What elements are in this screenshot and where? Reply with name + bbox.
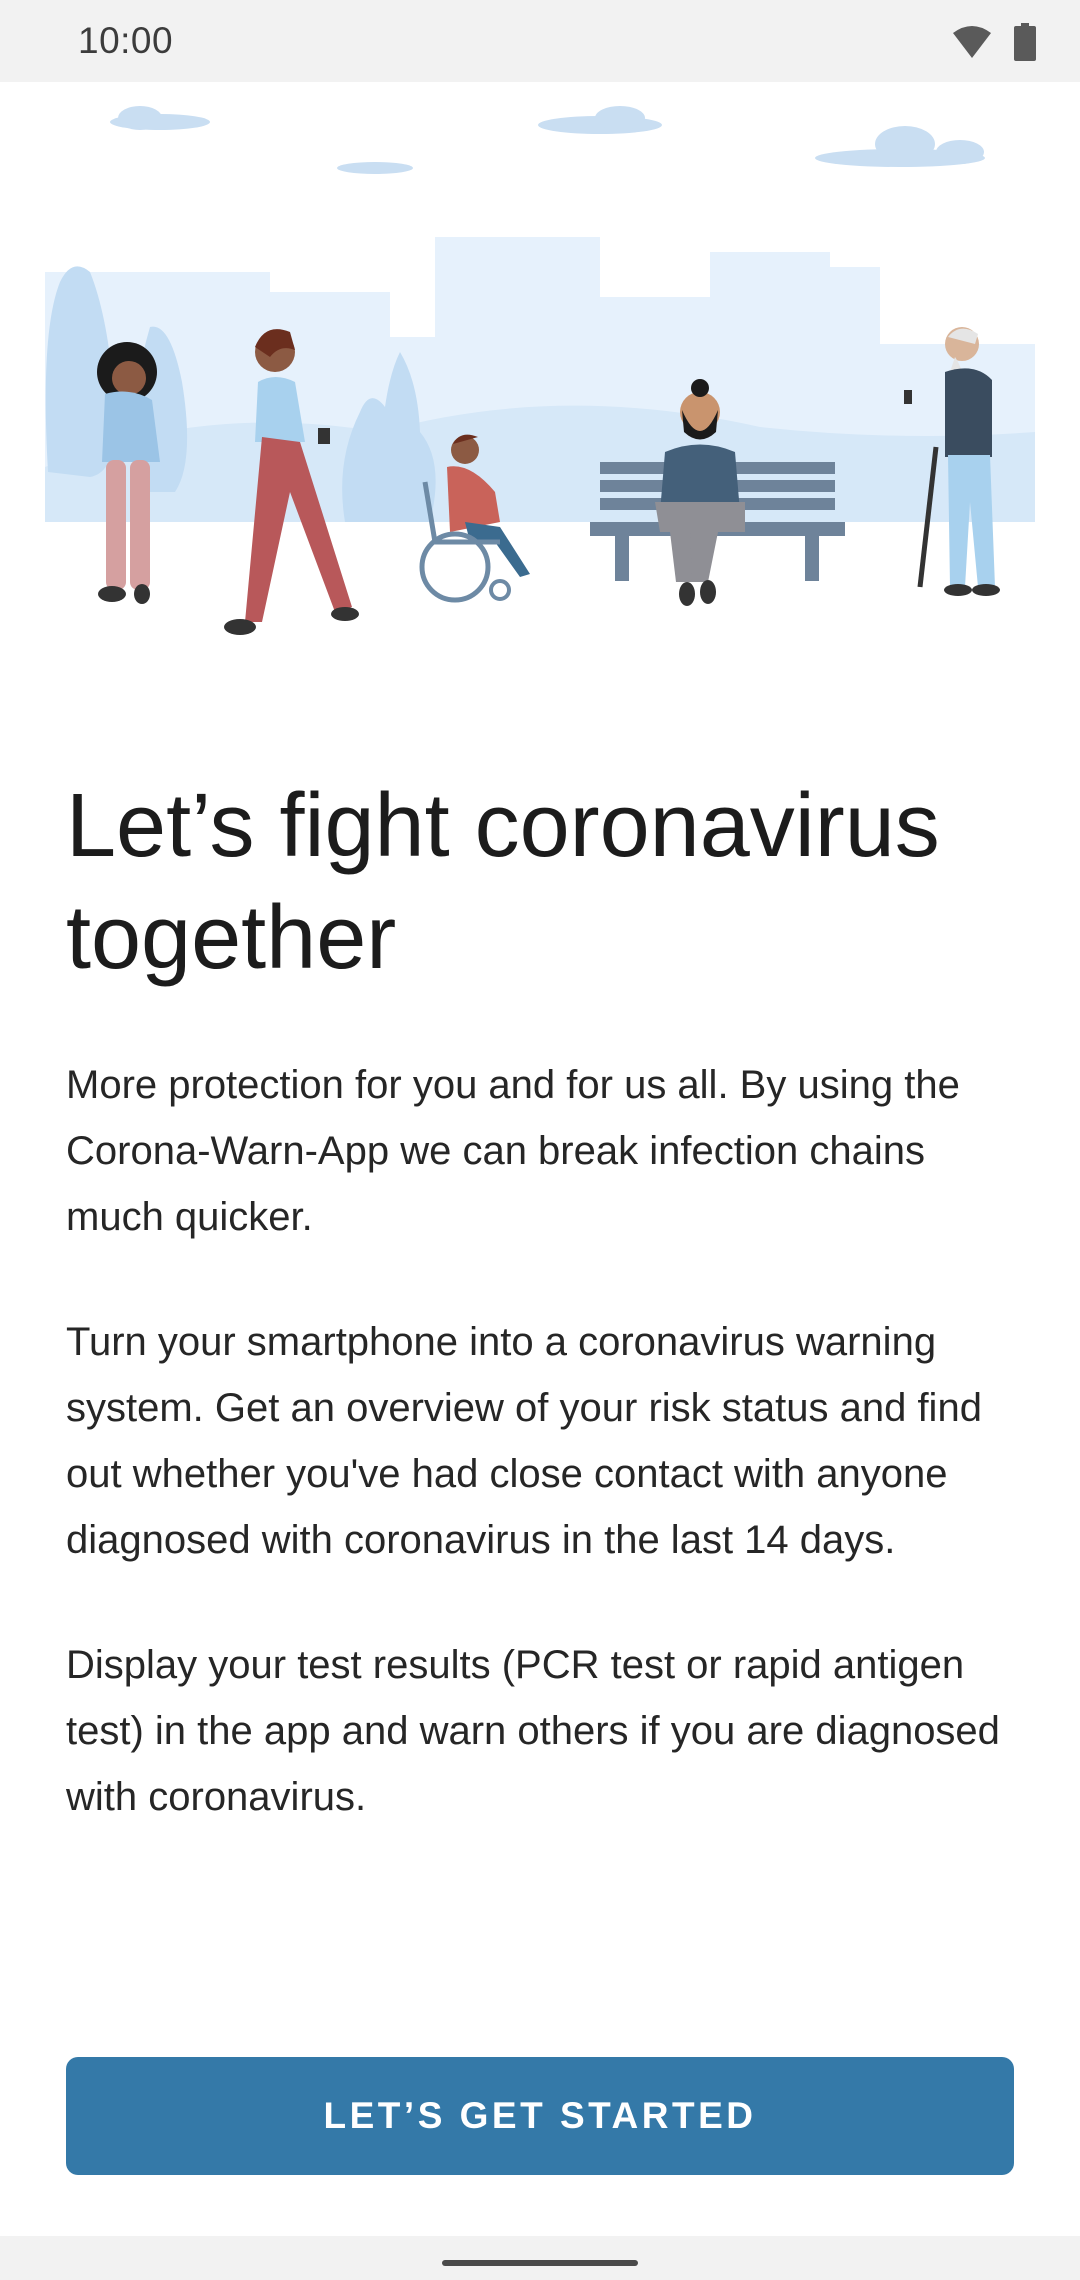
status-icons <box>952 22 1036 62</box>
navigation-bar <box>0 2236 1080 2280</box>
status-bar: 10:00 <box>0 0 1080 82</box>
get-started-button[interactable]: LET’S GET STARTED <box>66 2057 1014 2175</box>
status-time: 10:00 <box>78 20 174 61</box>
warning-system-paragraph: Turn your smartphone into a coronavirus … <box>66 1320 982 1562</box>
intro-paragraph: More protection for you and for us all. … <box>66 1063 960 1239</box>
onboarding-content: Let’s fight coronavirus together More pr… <box>66 770 1016 1830</box>
page-title: Let’s fight coronavirus together <box>66 776 940 988</box>
hero-illustration <box>45 106 1035 635</box>
wifi-icon <box>953 26 991 58</box>
battery-icon <box>1014 23 1036 61</box>
clouds <box>110 106 985 174</box>
gesture-handle[interactable] <box>442 2260 638 2266</box>
test-results-paragraph: Display your test results (PCR test or r… <box>66 1643 1000 1819</box>
